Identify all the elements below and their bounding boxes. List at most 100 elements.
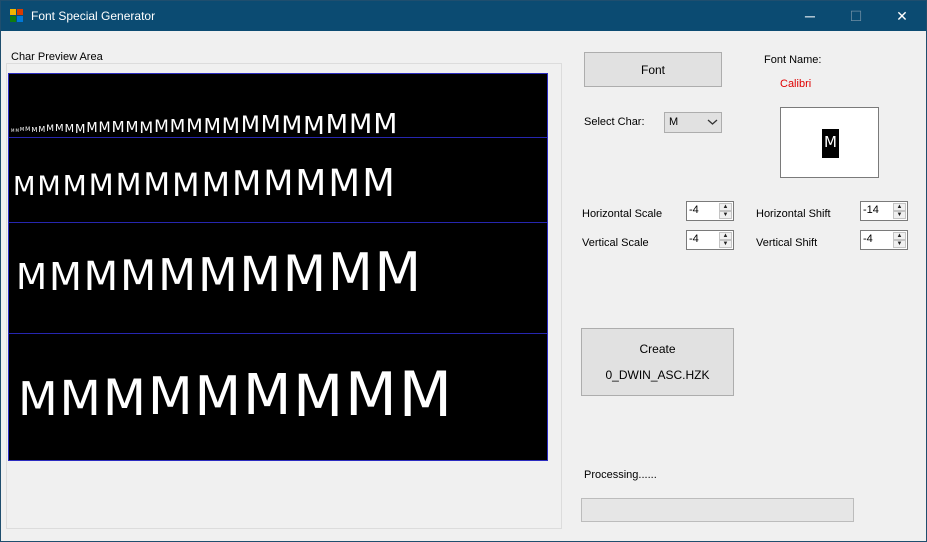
preview-glyph: M — [83, 253, 119, 300]
preview-glyph: M — [62, 169, 87, 203]
create-button-label: Create — [639, 342, 676, 356]
horizontal-scale-label: Horizontal Scale — [582, 208, 663, 220]
preview-glyph: M — [281, 111, 303, 140]
preview-glyph: M — [169, 115, 186, 137]
preview-glyph: M — [19, 127, 25, 134]
chevron-down-icon[interactable] — [707, 115, 718, 132]
preview-glyph: M — [38, 124, 46, 134]
char-preview-canvas: MMMMMMMMMMMMMMMMMMMMMMMMMMM MMMMMMMMMMMM… — [8, 73, 548, 461]
preview-row: MMMMMMMMM — [9, 334, 547, 460]
preview-glyph: M — [111, 118, 125, 137]
preview-glyph: M — [349, 108, 373, 140]
font-button[interactable]: Font — [584, 52, 722, 87]
select-char-label: Select Char: — [584, 116, 645, 128]
preview-glyph: M — [98, 120, 111, 137]
preview-glyph: M — [240, 112, 260, 138]
preview-glyph: M — [31, 125, 38, 134]
preview-glyph: M — [115, 167, 142, 203]
preview-glyph: M — [198, 248, 238, 303]
preview-glyph: M — [154, 116, 169, 137]
close-button[interactable]: ✕ — [879, 1, 925, 31]
preview-glyph: M — [239, 246, 281, 303]
preview-glyph: M — [295, 162, 327, 204]
preview-glyph: M — [18, 372, 58, 427]
preview-glyph: M — [282, 245, 326, 303]
preview-glyph: M — [303, 110, 325, 140]
selected-char-glyph: M — [822, 129, 839, 158]
select-char-dropdown[interactable]: M — [664, 112, 722, 133]
preview-glyph: M — [54, 123, 64, 135]
window-title: Font Special Generator — [31, 9, 156, 23]
preview-glyph: M — [86, 120, 98, 136]
preview-glyph: M — [16, 256, 48, 298]
maximize-button[interactable]: ☐ — [833, 1, 879, 31]
spin-up-icon[interactable]: ▲ — [893, 232, 906, 240]
minimize-button[interactable]: ─ — [787, 1, 833, 31]
spin-down-icon[interactable]: ▼ — [719, 240, 732, 248]
select-char-value: M — [669, 116, 679, 128]
horizontal-shift-label: Horizontal Shift — [756, 208, 831, 220]
preview-glyph: M — [143, 166, 171, 203]
vertical-shift-value[interactable]: -4 — [863, 233, 873, 245]
preview-row: MMMMMMMMMMMMMMMMMMMMMMMMMMM — [9, 74, 547, 138]
char-preview-group-label: Char Preview Area — [10, 51, 104, 63]
preview-glyph: M — [263, 163, 294, 204]
spin-down-icon[interactable]: ▼ — [719, 211, 732, 219]
horizontal-scale-spinner[interactable]: -4 ▲ ▼ — [686, 201, 734, 221]
horizontal-shift-value[interactable]: -14 — [863, 204, 879, 216]
vertical-scale-spinner[interactable]: -4 ▲ ▼ — [686, 230, 734, 250]
spin-down-icon[interactable]: ▼ — [893, 211, 906, 219]
progress-bar — [581, 498, 854, 522]
spin-up-icon[interactable]: ▲ — [719, 232, 732, 240]
preview-glyph: M — [231, 164, 262, 205]
preview-glyph: M — [64, 122, 75, 136]
preview-glyph: M — [373, 107, 398, 141]
char-preview-box: M — [780, 107, 879, 178]
preview-glyph: M — [362, 161, 395, 206]
preview-glyph: M — [59, 370, 101, 427]
font-name-label: Font Name: — [764, 54, 822, 66]
preview-glyph: M — [48, 255, 82, 300]
vertical-shift-spinner[interactable]: -4 ▲ ▼ — [860, 230, 908, 250]
preview-glyph: M — [201, 165, 231, 205]
vertical-shift-label: Vertical Shift — [756, 237, 818, 249]
preview-glyph: M — [15, 127, 19, 133]
preview-glyph: M — [102, 369, 146, 427]
preview-glyph: M — [221, 113, 240, 138]
horizontal-shift-spinner[interactable]: -14 ▲ ▼ — [860, 201, 908, 221]
preview-glyph: M — [194, 364, 242, 428]
preview-glyph: M — [243, 363, 292, 429]
preview-glyph: M — [374, 240, 422, 304]
create-button[interactable]: Create 0_DWIN_ASC.HZK — [581, 328, 734, 396]
spin-up-icon[interactable]: ▲ — [893, 203, 906, 211]
spin-down-icon[interactable]: ▼ — [893, 240, 906, 248]
preview-glyph: M — [398, 357, 453, 431]
preview-glyph: M — [327, 243, 373, 304]
preview-glyph: M — [46, 123, 54, 134]
preview-glyph: M — [147, 367, 193, 428]
preview-glyph: M — [88, 168, 114, 203]
preview-glyph: M — [325, 109, 349, 140]
preview-glyph: M — [120, 251, 157, 301]
spin-up-icon[interactable]: ▲ — [719, 203, 732, 211]
preview-glyph: M — [37, 170, 61, 202]
horizontal-scale-value[interactable]: -4 — [689, 204, 699, 216]
preview-glyph: M — [293, 361, 344, 430]
preview-glyph: M — [203, 114, 221, 139]
vertical-scale-value[interactable]: -4 — [689, 233, 699, 245]
preview-glyph: M — [11, 127, 15, 133]
title-bar[interactable]: Font Special Generator ─ ☐ ✕ — [1, 1, 926, 31]
vertical-scale-label: Vertical Scale — [582, 237, 649, 249]
preview-row: MMMMMMMMMM — [9, 223, 547, 334]
app-icon — [10, 9, 23, 22]
preview-row: MMMMMMMMMMMMM — [9, 138, 547, 223]
font-name-value: Calibri — [780, 78, 812, 90]
preview-glyph: M — [25, 126, 31, 134]
create-button-filename: 0_DWIN_ASC.HZK — [605, 368, 710, 382]
status-text: Processing...... — [584, 469, 657, 481]
preview-glyph: M — [125, 118, 139, 137]
preview-glyph: M — [260, 112, 281, 139]
preview-glyph: M — [158, 249, 197, 301]
preview-glyph: M — [328, 162, 361, 206]
preview-glyph: M — [139, 117, 154, 137]
